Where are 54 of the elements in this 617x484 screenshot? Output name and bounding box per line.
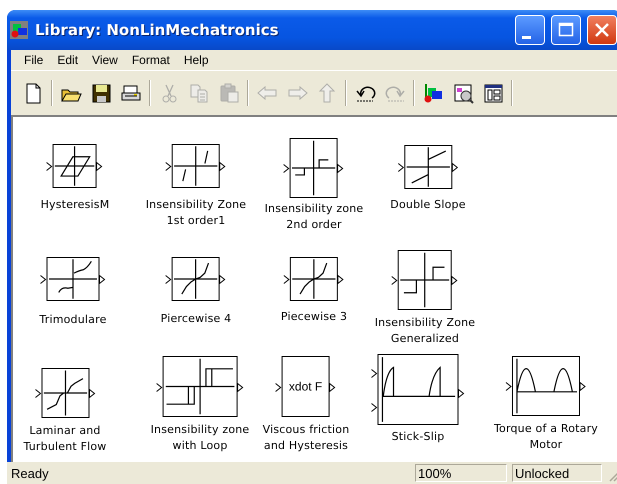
input-port-icon [166, 162, 172, 171]
curve-block[interactable] [41, 368, 89, 418]
menu-item[interactable]: Edit [50, 52, 86, 68]
curve-block[interactable] [46, 257, 100, 301]
input-port-icon [166, 275, 172, 284]
block-label: HysteresisM [40, 197, 110, 213]
curve-block[interactable] [290, 257, 338, 301]
window-title: Library: NonLinMechatronics [35, 21, 280, 39]
input-port-icon [34, 389, 41, 398]
maximize-button[interactable] [551, 15, 581, 45]
input-port-icon [392, 276, 398, 285]
menu-item[interactable]: View [85, 52, 125, 68]
block-label: Insensibility Zone Generalized [374, 315, 476, 347]
input-port-icon [371, 369, 378, 378]
block-label: Insensibility Zone 1st order1 [146, 197, 246, 229]
input-port-icon [284, 275, 290, 284]
input-port-icon [276, 383, 282, 392]
block-label: Insensibility zone 2nd order [264, 201, 364, 233]
lock-status: Unlocked [512, 464, 602, 482]
block-label: Torque of a Rotary Motor [494, 421, 598, 453]
zoom-level: 100% [415, 464, 507, 482]
block-library-icon [9, 20, 29, 40]
waveform-block[interactable] [378, 354, 458, 425]
input-port-icon [40, 275, 46, 284]
relay-block[interactable] [290, 138, 338, 198]
waveform-block[interactable] [512, 356, 580, 416]
double-slope-block[interactable] [404, 145, 452, 189]
dead-zone-block[interactable] [172, 144, 220, 188]
block-label: Stick-Slip [392, 429, 444, 445]
block-label: Piecewise 3 [280, 309, 348, 325]
input-port-icon [156, 383, 162, 392]
input-port-icon [506, 382, 512, 391]
curve-block[interactable] [172, 257, 220, 301]
close-button[interactable] [587, 15, 617, 45]
block-label: Double Slope [390, 197, 466, 213]
status-message: Ready [11, 466, 50, 480]
input-port-icon [284, 164, 290, 173]
menu-item[interactable]: File [17, 52, 50, 68]
block-label: Trimodulare [39, 312, 107, 328]
minimize-button[interactable] [515, 15, 545, 45]
block-label: Insensibility zone with Loop [150, 422, 250, 454]
block-label: Viscous friction and Hysteresis [262, 422, 350, 454]
input-port-icon [398, 163, 404, 172]
input-port-icon [371, 403, 378, 412]
relay-block[interactable] [398, 250, 452, 310]
menu-item[interactable]: Help [176, 52, 216, 68]
hysteresis-block[interactable] [53, 144, 97, 188]
relay-loop-block[interactable] [162, 356, 238, 417]
text-block[interactable]: xdot F [282, 356, 330, 417]
block-label: Piercewise 4 [160, 311, 232, 327]
input-port-icon [46, 162, 53, 171]
minimize-icon [522, 36, 530, 38]
menu-item[interactable]: Format [124, 52, 177, 68]
block-label: Laminar and Turbulent Flow [24, 423, 106, 455]
